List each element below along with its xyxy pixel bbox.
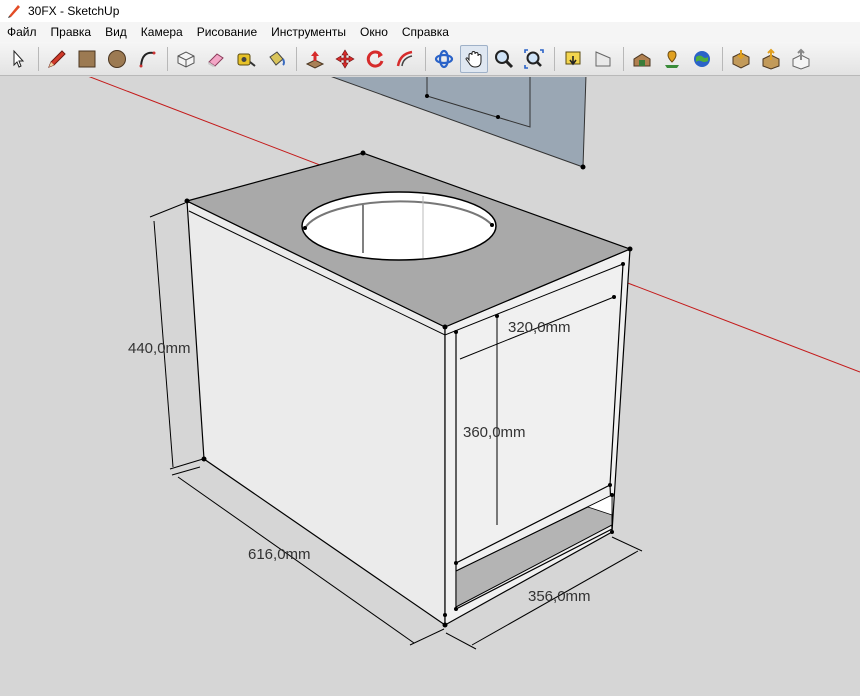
orbit-tool-button[interactable] bbox=[430, 45, 458, 73]
rotate-icon bbox=[366, 50, 384, 68]
add-location-icon bbox=[665, 49, 679, 68]
move-icon bbox=[335, 48, 355, 69]
make-component-icon bbox=[177, 50, 195, 68]
paint-bucket-icon bbox=[269, 50, 285, 66]
tape-measure-icon bbox=[237, 53, 256, 67]
zoom-extents-icon bbox=[524, 48, 544, 69]
share-component-icon bbox=[792, 48, 810, 70]
menu-camera[interactable]: Камера bbox=[134, 22, 190, 42]
rectangle-tool-button[interactable] bbox=[73, 45, 101, 73]
google-earth-button[interactable] bbox=[688, 45, 716, 73]
menu-file[interactable]: Файл bbox=[0, 22, 44, 42]
menu-help[interactable]: Справка bbox=[395, 22, 456, 42]
pencil-icon bbox=[48, 49, 66, 68]
arc-icon bbox=[139, 51, 156, 67]
get-models-icon bbox=[732, 49, 750, 69]
offset-icon bbox=[396, 50, 413, 66]
share-model-button[interactable] bbox=[757, 45, 785, 73]
toolbar-separator bbox=[38, 46, 39, 71]
add-location-button[interactable] bbox=[658, 45, 686, 73]
eraser-icon bbox=[208, 52, 224, 67]
dimension-height-label[interactable]: 440,0mm bbox=[128, 340, 191, 357]
next-view-button[interactable] bbox=[589, 45, 617, 73]
3d-warehouse-button[interactable] bbox=[628, 45, 656, 73]
previous-view-button[interactable] bbox=[559, 45, 587, 73]
dimension-port-height-label[interactable]: 360,0mm bbox=[463, 424, 526, 441]
toolbar-separator bbox=[722, 46, 723, 71]
toolbar-separator bbox=[296, 46, 297, 71]
zoom-tool-button[interactable] bbox=[490, 45, 518, 73]
zoom-extents-tool-button[interactable] bbox=[520, 45, 548, 73]
orbit-icon bbox=[434, 49, 454, 68]
rectangle-icon bbox=[78, 50, 96, 67]
circle-icon bbox=[108, 49, 126, 68]
share-model-icon bbox=[762, 48, 780, 70]
menu-view[interactable]: Вид bbox=[98, 22, 134, 42]
3d-warehouse-icon bbox=[633, 52, 651, 66]
toolbar-separator bbox=[167, 46, 168, 71]
zoom-icon bbox=[495, 49, 514, 68]
title-bar: 30FX - SketchUp bbox=[0, 0, 860, 22]
dimension-depth-label[interactable]: 616,0mm bbox=[248, 546, 311, 563]
dimension-port-width-label[interactable]: 320,0mm bbox=[508, 319, 571, 336]
google-earth-icon bbox=[694, 50, 710, 67]
paint-bucket-tool-button[interactable] bbox=[262, 45, 290, 73]
dimension-front-width-label[interactable]: 356,0mm bbox=[528, 588, 591, 605]
make-component-tool-button[interactable] bbox=[172, 45, 200, 73]
sketchup-app-icon bbox=[8, 5, 20, 18]
arc-tool-button[interactable] bbox=[133, 45, 161, 73]
rotate-tool-button[interactable] bbox=[361, 45, 389, 73]
menu-draw[interactable]: Рисование bbox=[190, 22, 264, 42]
menu-bar: Файл Правка Вид Камера Рисование Инструм… bbox=[0, 22, 860, 42]
speaker-hole bbox=[301, 191, 497, 261]
toolbar-separator bbox=[554, 46, 555, 71]
menu-window[interactable]: Окно bbox=[353, 22, 395, 42]
eraser-tool-button[interactable] bbox=[202, 45, 230, 73]
select-tool-button[interactable] bbox=[4, 45, 32, 73]
push-pull-tool-button[interactable] bbox=[301, 45, 329, 73]
pencil-tool-button[interactable] bbox=[43, 45, 71, 73]
pan-tool-button[interactable] bbox=[460, 44, 488, 73]
share-component-button[interactable] bbox=[787, 45, 815, 73]
select-icon bbox=[13, 49, 25, 68]
model-viewport[interactable]: 440,0mm 616,0mm 320,0mm 360,0mm 356,0mm bbox=[0, 77, 860, 696]
previous-view-icon bbox=[565, 51, 581, 65]
window-title: 30FX - SketchUp bbox=[28, 4, 120, 18]
toolbar-separator bbox=[623, 46, 624, 71]
pan-icon bbox=[465, 50, 482, 68]
circle-tool-button[interactable] bbox=[103, 45, 131, 73]
offset-tool-button[interactable] bbox=[391, 45, 419, 73]
toolbar-separator bbox=[425, 46, 426, 71]
menu-tools[interactable]: Инструменты bbox=[264, 22, 353, 42]
push-pull-icon bbox=[305, 50, 325, 69]
next-view-icon bbox=[595, 50, 611, 66]
get-models-button[interactable] bbox=[727, 45, 755, 73]
move-tool-button[interactable] bbox=[331, 45, 359, 73]
main-toolbar bbox=[0, 42, 860, 76]
tape-measure-tool-button[interactable] bbox=[232, 45, 260, 73]
menu-edit[interactable]: Правка bbox=[44, 22, 99, 42]
